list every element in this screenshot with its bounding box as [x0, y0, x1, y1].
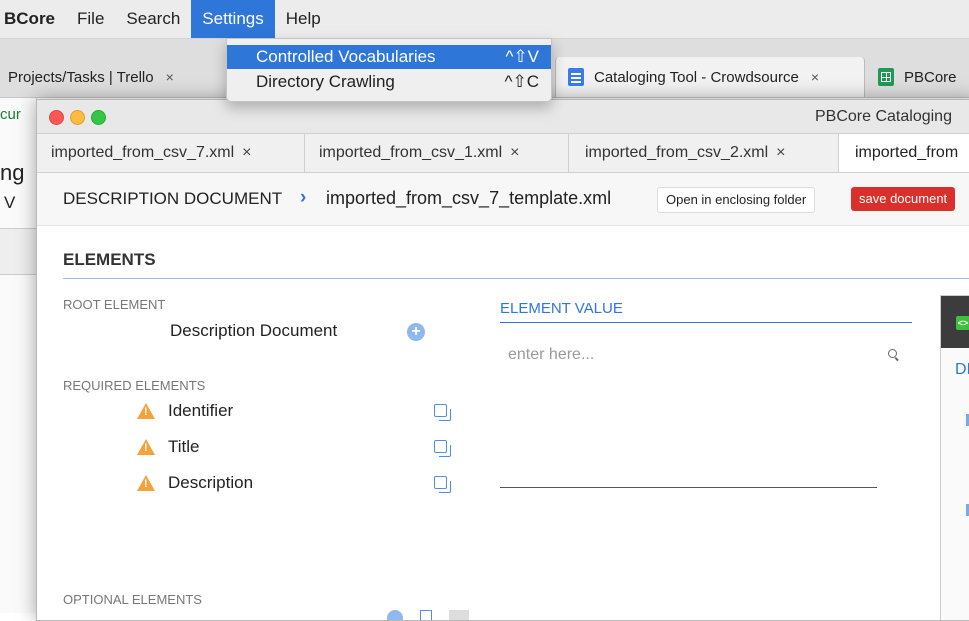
window-title: PBCore Cataloging: [815, 108, 952, 125]
close-icon[interactable]: ×: [776, 144, 785, 161]
warning-icon: [137, 403, 155, 419]
close-icon[interactable]: ×: [510, 144, 519, 161]
chevron-right-icon: ›: [300, 187, 307, 208]
google-docs-icon: [568, 68, 584, 86]
copy-icon[interactable]: [434, 476, 451, 493]
menu-bar: BCore File Search Settings Help: [0, 0, 969, 39]
warning-icon: [137, 439, 155, 455]
maximize-window-icon[interactable]: [91, 110, 106, 125]
xml-preview-header: <>: [941, 296, 969, 348]
app-window: PBCore Cataloging imported_from_csv_7.xm…: [36, 99, 969, 621]
browser-tab-pbcore[interactable]: PBCore: [868, 57, 957, 97]
help-menu[interactable]: Help: [275, 0, 332, 38]
copy-icon[interactable]: [434, 440, 451, 457]
browser-tab-label: PBCore: [904, 68, 957, 86]
required-elements-section-label: REQUIRED ELEMENTS: [63, 378, 206, 393]
element-label: Description: [168, 473, 254, 492]
menu-item-label: Directory Crawling: [256, 72, 395, 91]
browser-tab-label: Cataloging Tool - Crowdsource: [594, 68, 799, 86]
menu-item-directory-crawling[interactable]: Directory Crawling ^⇧C: [227, 70, 551, 94]
minimize-window-icon[interactable]: [70, 110, 85, 125]
warning-icon: [137, 475, 155, 491]
google-sheets-icon: [878, 68, 894, 86]
element-value-label: ELEMENT VALUE: [500, 300, 623, 317]
tab-active-document[interactable]: imported_from: [839, 134, 969, 172]
copy-icon[interactable]: [434, 404, 451, 421]
document-tabs: imported_from_csv_7.xml × imported_from_c…: [37, 134, 969, 173]
breadcrumb-root[interactable]: DESCRIPTION DOCUMENT: [63, 189, 282, 209]
xml-preview-text: DI: [955, 361, 969, 378]
background-text: ng: [0, 160, 25, 185]
app-menu[interactable]: BCore: [0, 0, 66, 38]
browser-tab-trello[interactable]: Projects/Tasks | Trello ×: [8, 57, 174, 97]
background-text: V: [4, 193, 16, 212]
close-icon[interactable]: ×: [811, 69, 819, 85]
tab-imported-csv-7[interactable]: imported_from_csv_7.xml ×: [37, 134, 305, 172]
divider: [500, 322, 912, 323]
settings-dropdown: Controlled Vocabularies ^⇧V Directory Cr…: [226, 38, 552, 102]
code-icon[interactable]: <>: [956, 316, 969, 330]
tab-label: imported_from: [855, 144, 959, 161]
root-element-name[interactable]: Description Document: [170, 321, 337, 341]
tab-imported-csv-2[interactable]: imported_from_csv_2.xml ×: [569, 134, 839, 172]
settings-menu[interactable]: Settings: [191, 0, 275, 38]
menu-item-label: Controlled Vocabularies: [256, 47, 436, 66]
copy-icon[interactable]: [420, 610, 432, 620]
title-bar: PBCore Cataloging: [37, 100, 969, 134]
menu-item-shortcut: ^⇧V: [505, 47, 539, 66]
tab-label: imported_from_csv_7.xml: [51, 144, 235, 161]
browser-tab-label: Projects/Tasks | Trello: [8, 68, 154, 86]
required-element-identifier[interactable]: Identifier: [137, 400, 477, 424]
background-text: cur: [0, 106, 21, 123]
breadcrumb: DESCRIPTION DOCUMENT › imported_from_csv…: [37, 173, 969, 226]
breadcrumb-file: imported_from_csv_7_template.xml: [326, 188, 612, 208]
menu-item-shortcut: ^⇧C: [504, 72, 540, 91]
scroll-handle[interactable]: [449, 610, 469, 620]
file-menu[interactable]: File: [66, 0, 115, 38]
close-icon[interactable]: ×: [242, 144, 251, 161]
add-icon[interactable]: [387, 610, 403, 620]
root-element-section-label: ROOT ELEMENT: [63, 297, 166, 312]
optional-elements-section-label: OPTIONAL ELEMENTS: [63, 592, 202, 607]
tab-label: imported_from_csv_2.xml: [585, 144, 769, 161]
elements-heading: ELEMENTS: [63, 250, 156, 269]
background-page: cur ng V: [0, 98, 37, 613]
close-icon[interactable]: ×: [166, 69, 174, 85]
browser-tab-cataloging[interactable]: Cataloging Tool - Crowdsource ×: [555, 57, 865, 97]
tab-label: imported_from_csv_1.xml: [319, 144, 503, 161]
element-label: Title: [168, 437, 200, 456]
element-value-input[interactable]: [500, 338, 900, 372]
required-element-description[interactable]: Description: [137, 472, 477, 496]
divider: [63, 278, 969, 279]
save-document-button[interactable]: save document: [851, 187, 956, 211]
element-label: Identifier: [168, 401, 234, 420]
divider: [500, 487, 877, 488]
background-toolbar: [0, 228, 36, 275]
close-window-icon[interactable]: [49, 110, 64, 125]
menu-item-controlled-vocabularies[interactable]: Controlled Vocabularies ^⇧V: [227, 45, 551, 69]
xml-preview-panel: <> DI: [940, 295, 969, 620]
search-icon[interactable]: [888, 349, 897, 358]
search-menu[interactable]: Search: [115, 0, 191, 38]
required-element-title[interactable]: Title: [137, 436, 477, 460]
tab-imported-csv-1[interactable]: imported_from_csv_1.xml ×: [305, 134, 569, 172]
add-icon[interactable]: +: [407, 323, 425, 341]
open-in-folder-button[interactable]: Open in enclosing folder: [657, 187, 816, 213]
